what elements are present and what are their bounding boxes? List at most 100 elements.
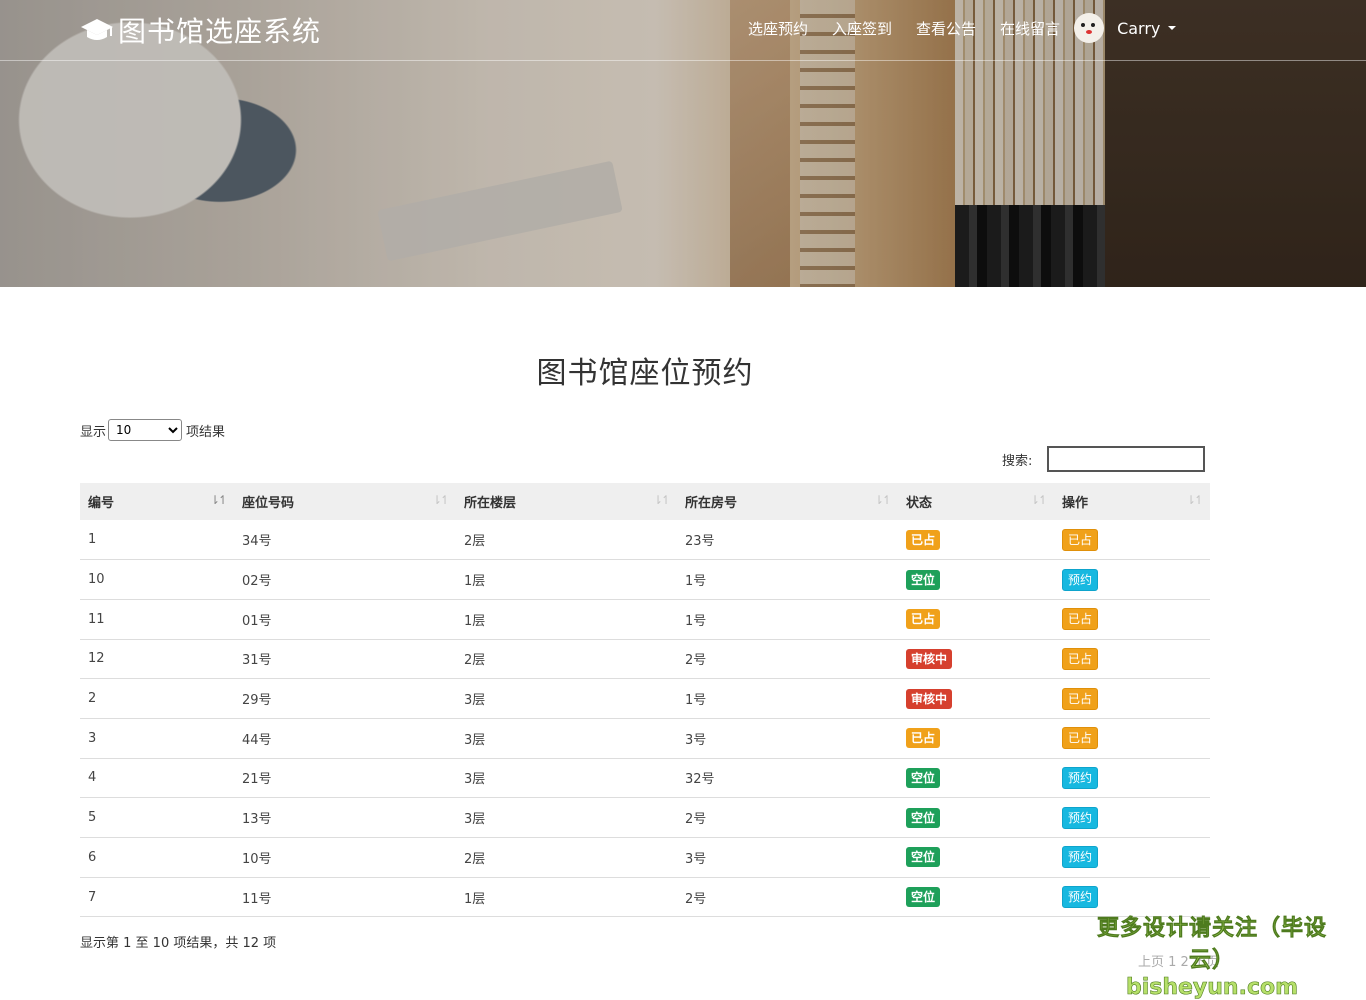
brand-title: 图书馆选座系统 [118, 15, 322, 48]
cell-action: 已占 [1054, 679, 1210, 719]
sort-icon: ⇂↿ [874, 493, 892, 507]
cell-room: 1号 [685, 574, 707, 590]
cell-room: 1号 [685, 613, 707, 629]
length-suffix-label: 项结果 [186, 424, 226, 440]
book-button[interactable]: 预约 [1062, 846, 1099, 869]
status-badge: 审核中 [906, 648, 953, 669]
cell-id: 7 [88, 889, 97, 905]
cell-seat: 11号 [242, 891, 272, 907]
table-info: 显示第 1 至 10 项结果，共 12 项 [80, 936, 277, 951]
cell-status: 已占 [898, 599, 1054, 639]
user-name: Carry [1117, 18, 1161, 38]
nav-link-booking[interactable]: 选座预约 [748, 18, 808, 39]
column-header-status[interactable]: 状态 ⇂↿ [898, 483, 1054, 520]
cell-seat: 44号 [242, 732, 272, 748]
table-row: 4 21号 3层 32号 空位 预约 [80, 758, 1210, 798]
cell-room: 2号 [685, 891, 707, 907]
cell-status: 已占 [898, 718, 1054, 758]
cell-action: 预约 [1054, 560, 1210, 600]
column-header-room[interactable]: 所在房号 ⇂↿ [677, 483, 898, 520]
table-header-row: 编号 ⇂↿ 座位号码 ⇂↿ 所在楼层 ⇂↿ 所在房号 ⇂↿ 状态 ⇂↿ 操作 ⇂↿ [80, 483, 1210, 520]
avatar [1074, 13, 1105, 43]
nav-menu: 选座预约 入座签到 查看公告 在线留言 Carry [736, 0, 1177, 56]
status-badge: 已占 [906, 609, 941, 630]
seat-table: 编号 ⇂↿ 座位号码 ⇂↿ 所在楼层 ⇂↿ 所在房号 ⇂↿ 状态 ⇂↿ 操作 ⇂↿ 1 34号… [80, 483, 1210, 917]
table-row: 6 10号 2层 3号 空位 预约 [80, 838, 1210, 878]
status-badge: 空位 [906, 887, 941, 908]
column-header-action[interactable]: 操作 ⇂↿ [1054, 483, 1210, 520]
brand[interactable]: 图书馆选座系统 [80, 10, 321, 50]
cell-seat: 13号 [242, 812, 272, 828]
cell-action: 已占 [1054, 599, 1210, 639]
sort-icon: ⇂↿ [653, 493, 671, 507]
book-button[interactable]: 预约 [1062, 886, 1099, 909]
cell-seat: 34号 [242, 534, 272, 550]
table-row: 7 11号 1层 2号 空位 预约 [80, 877, 1210, 917]
watermark: 更多设计请关注（毕设云） bisheyun.com [1082, 910, 1342, 1000]
column-header-floor[interactable]: 所在楼层 ⇂↿ [456, 483, 677, 520]
navbar: 图书馆选座系统 选座预约 入座签到 查看公告 在线留言 Carry [0, 0, 1366, 61]
cell-floor: 1层 [464, 613, 486, 629]
table-row: 5 13号 3层 2号 空位 预约 [80, 798, 1210, 838]
nav-link-announcements[interactable]: 查看公告 [916, 18, 976, 39]
cell-room: 32号 [685, 772, 715, 788]
nav-link-checkin[interactable]: 入座签到 [832, 18, 892, 39]
cell-room: 3号 [685, 732, 707, 748]
search-control: 搜索: [1002, 446, 1206, 472]
cell-seat: 01号 [242, 613, 272, 629]
nav-link-messages[interactable]: 在线留言 [1000, 18, 1060, 39]
cell-action: 预约 [1054, 758, 1210, 798]
length-prefix-label: 显示 [80, 424, 107, 440]
book-button[interactable]: 预约 [1062, 766, 1099, 789]
sort-icon: ⇂↿ [1186, 493, 1204, 507]
cell-action: 已占 [1054, 718, 1210, 758]
occupied-button[interactable]: 已占 [1062, 727, 1099, 750]
watermark-line-1: 更多设计请关注（毕设云） [1096, 916, 1327, 974]
cell-id: 6 [88, 849, 97, 865]
cell-seat: 02号 [242, 574, 272, 590]
cell-id: 10 [88, 572, 105, 588]
cell-floor: 2层 [464, 653, 486, 669]
cell-floor: 3层 [464, 693, 486, 709]
sort-icon: ⇂↿ [432, 493, 450, 507]
sort-asc-icon: ⇂↿ [210, 493, 228, 507]
cell-seat: 29号 [242, 693, 272, 709]
cell-floor: 1层 [464, 574, 486, 590]
cell-floor: 2层 [464, 851, 486, 867]
page-length-control: 显示 10 项结果 [80, 419, 225, 441]
cell-id: 2 [88, 691, 97, 707]
occupied-button[interactable]: 已占 [1062, 608, 1099, 631]
cell-id: 4 [88, 770, 97, 786]
cell-status: 空位 [898, 758, 1054, 798]
cell-status: 审核中 [898, 639, 1054, 679]
cell-action: 预约 [1054, 798, 1210, 838]
cell-room: 3号 [685, 851, 707, 867]
hero-banner: 图书馆选座系统 选座预约 入座签到 查看公告 在线留言 Carry [0, 0, 1366, 287]
cell-status: 空位 [898, 560, 1054, 600]
status-badge: 空位 [906, 569, 941, 590]
occupied-button[interactable]: 已占 [1062, 647, 1099, 670]
cell-id: 12 [88, 651, 105, 667]
cell-status: 已占 [898, 520, 1054, 560]
status-badge: 审核中 [906, 688, 953, 709]
occupied-button[interactable]: 已占 [1062, 528, 1099, 551]
table-row: 11 01号 1层 1号 已占 已占 [80, 599, 1210, 640]
column-header-seat[interactable]: 座位号码 ⇂↿ [234, 483, 456, 520]
page-length-select[interactable]: 10 [108, 419, 183, 441]
status-badge: 已占 [906, 728, 941, 749]
book-button[interactable]: 预约 [1062, 806, 1099, 829]
search-input[interactable] [1047, 446, 1206, 472]
occupied-button[interactable]: 已占 [1062, 687, 1099, 710]
cell-seat: 10号 [242, 851, 272, 867]
status-badge: 空位 [906, 807, 941, 828]
book-button[interactable]: 预约 [1062, 568, 1099, 591]
cell-action: 预约 [1054, 838, 1210, 878]
cell-seat: 21号 [242, 772, 272, 788]
cell-room: 1号 [685, 693, 707, 709]
graduation-cap-icon [81, 19, 113, 40]
user-menu[interactable]: Carry [1074, 13, 1177, 43]
cell-floor: 3层 [464, 812, 486, 828]
cell-room: 2号 [685, 653, 707, 669]
column-header-id[interactable]: 编号 ⇂↿ [80, 483, 234, 520]
cell-action: 已占 [1054, 639, 1210, 679]
